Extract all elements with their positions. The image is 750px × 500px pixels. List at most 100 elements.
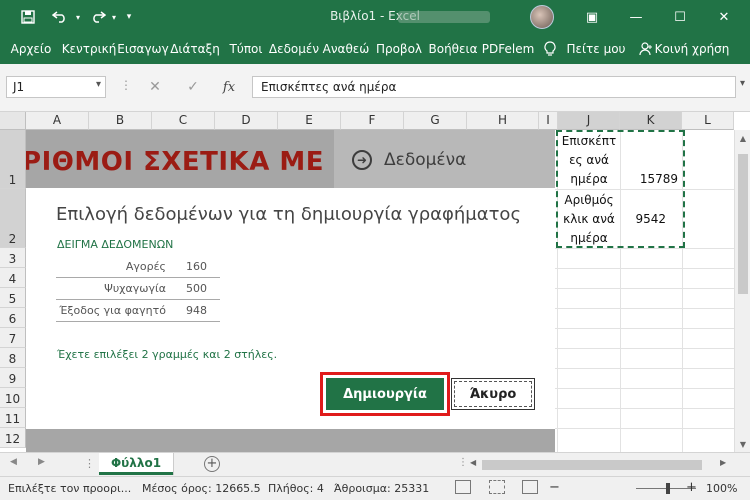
tab-insert[interactable]: Εισαγωγ — [117, 34, 168, 64]
formula-input[interactable]: Επισκέπτες ανά ημέρα — [252, 76, 736, 98]
cancel-button[interactable]: Άκυρο — [451, 378, 535, 410]
selection-info: Έχετε επιλέξει 2 γραμμές και 2 στήλες. — [57, 348, 278, 361]
next-sheet-icon[interactable]: ▶ — [38, 457, 45, 467]
enter-entry-icon[interactable]: ✓ — [180, 76, 206, 98]
expand-formula-bar-icon[interactable]: ▾ — [740, 78, 745, 89]
column-header-c[interactable]: C — [152, 112, 215, 130]
tab-split-handle-icon[interactable]: ⋮ — [458, 457, 468, 473]
restore-button[interactable]: ☐ — [658, 0, 702, 34]
prev-sheet-icon[interactable]: ◀ — [10, 457, 17, 467]
add-sheet-icon[interactable]: + — [204, 456, 220, 472]
column-header-i[interactable]: I — [539, 112, 558, 130]
horizontal-scroll-thumb[interactable] — [482, 460, 702, 470]
formula-bar-grip-icon[interactable]: ⋮ — [120, 78, 132, 92]
column-header-a[interactable]: A — [26, 112, 89, 130]
row-header-9[interactable]: 9 — [0, 368, 26, 388]
status-count: Πλήθος: 4 — [268, 482, 324, 495]
row-header-10[interactable]: 10 — [0, 388, 26, 408]
tab-home[interactable]: Κεντρική — [62, 34, 117, 64]
sample-row-name: Έξοδος για φαγητό — [59, 304, 166, 317]
name-box[interactable]: J1 ▾ — [6, 76, 106, 98]
page-break-view-icon[interactable] — [522, 480, 538, 494]
scroll-down-icon[interactable]: ▼ — [735, 436, 750, 452]
sample-row: Ψυχαγωγία 500 — [56, 278, 220, 300]
column-header-d[interactable]: D — [215, 112, 278, 130]
vertical-scrollbar[interactable]: ▲ ▼ — [734, 130, 750, 452]
page-layout-view-icon[interactable] — [489, 480, 505, 494]
ribbon-tabs: Αρχείο Κεντρική Εισαγωγ Διάταξη Τύποι Δε… — [0, 34, 750, 64]
horizontal-scrollbar[interactable]: ◀ ▶ — [466, 458, 732, 472]
lightbulb-icon[interactable] — [540, 34, 560, 64]
status-mode-text: Επιλέξτε τον προορι... — [8, 482, 132, 495]
formula-bar-area: J1 ▾ ⋮ ✕ ✓ fx Επισκέπτες ανά ημέρα ▾ — [0, 64, 750, 112]
scroll-right-icon[interactable]: ▶ — [720, 458, 726, 467]
tab-formulas[interactable]: Τύποι — [226, 34, 266, 64]
data-banner[interactable]: ➜ Δεδομένα — [334, 130, 555, 188]
status-average: Μέσος όρος: 12665.5 — [142, 482, 261, 495]
row-header-2[interactable]: 2 — [0, 189, 26, 248]
sample-row: Αγορές 160 — [56, 256, 220, 278]
sample-row-value: 160 — [186, 260, 207, 273]
row-header-7[interactable]: 7 — [0, 328, 26, 348]
minimize-button[interactable]: — — [614, 0, 658, 34]
ribbon-display-options-icon[interactable]: ▣ — [570, 0, 614, 34]
tell-me-search[interactable]: Πείτε μου — [566, 34, 626, 64]
row-header-8[interactable]: 8 — [0, 348, 26, 368]
dialog-bottom-band — [26, 429, 555, 452]
column-header-j[interactable]: J — [558, 112, 620, 130]
share-person-icon[interactable] — [638, 34, 654, 64]
insert-chart-dialog: ΡΙΘΜΟΙ ΣΧΕΤΙΚΑ ΜΕ ➜ Δεδομένα Επιλογή δεδ… — [26, 130, 555, 452]
create-button[interactable]: Δημιουργία — [326, 378, 444, 410]
insert-function-icon[interactable]: fx — [216, 76, 242, 98]
name-box-value: J1 — [13, 80, 25, 94]
column-header-e[interactable]: E — [278, 112, 341, 130]
scroll-left-icon[interactable]: ◀ — [470, 458, 476, 467]
name-box-dropdown-icon[interactable]: ▾ — [96, 79, 101, 90]
account-name-blurred — [398, 11, 490, 23]
sample-row-value: 948 — [186, 304, 207, 317]
vertical-scroll-thumb[interactable] — [738, 154, 748, 294]
tab-layout[interactable]: Διάταξη — [170, 34, 220, 64]
data-banner-label: Δεδομένα — [384, 150, 467, 170]
row-header-3[interactable]: 3 — [0, 248, 26, 268]
tab-view[interactable]: Προβολ — [374, 34, 424, 64]
zoom-in-icon[interactable]: + — [686, 480, 697, 495]
column-header-l[interactable]: L — [682, 112, 734, 130]
row-header-12[interactable]: 12 — [0, 428, 26, 448]
cancel-entry-icon[interactable]: ✕ — [142, 76, 168, 98]
column-header-b[interactable]: B — [89, 112, 152, 130]
row-header-11[interactable]: 11 — [0, 408, 26, 428]
arrow-right-circle-icon: ➜ — [352, 150, 372, 170]
sheet-tab-active[interactable]: Φύλλο1 — [99, 453, 173, 475]
zoom-out-icon[interactable]: − — [549, 480, 560, 495]
row-header-1[interactable]: 1 — [0, 130, 26, 189]
close-button[interactable]: ✕ — [702, 0, 746, 34]
tab-help[interactable]: Βοήθεια — [428, 34, 478, 64]
row-header-4[interactable]: 4 — [0, 268, 26, 288]
scroll-up-icon[interactable]: ▲ — [735, 130, 750, 146]
avatar[interactable] — [530, 5, 554, 29]
zoom-slider-thumb[interactable] — [666, 483, 670, 494]
tab-file[interactable]: Αρχείο — [8, 34, 54, 64]
column-header-h[interactable]: H — [467, 112, 539, 130]
zoom-level[interactable]: 100% — [706, 482, 737, 495]
column-header-g[interactable]: G — [404, 112, 467, 130]
share-button[interactable]: Κοινή χρήση — [655, 34, 730, 64]
status-bar: Επιλέξτε τον προορι... Μέσος όρος: 12665… — [0, 476, 750, 500]
tab-review[interactable]: Αναθεώ — [322, 34, 370, 64]
column-header-k[interactable]: K — [620, 112, 682, 130]
copy-selection-marquee — [556, 130, 685, 248]
sample-row-name: Αγορές — [125, 260, 166, 273]
tab-data[interactable]: Δεδομέν — [268, 34, 320, 64]
select-all-corner[interactable] — [0, 112, 26, 130]
column-header-f[interactable]: F — [341, 112, 404, 130]
dialog-banner: ΡΙΘΜΟΙ ΣΧΕΤΙΚΑ ΜΕ — [26, 130, 334, 188]
row-header-5[interactable]: 5 — [0, 288, 26, 308]
row-header-6[interactable]: 6 — [0, 308, 26, 328]
sample-row: Έξοδος για φαγητό 948 — [56, 300, 220, 322]
status-sum: Άθροισμα: 25331 — [334, 482, 430, 495]
sample-row-value: 500 — [186, 282, 207, 295]
tab-pdfelement[interactable]: PDFelem — [482, 34, 535, 64]
sheet-options-icon[interactable]: ⋮ — [84, 457, 95, 470]
normal-view-icon[interactable] — [455, 480, 471, 494]
